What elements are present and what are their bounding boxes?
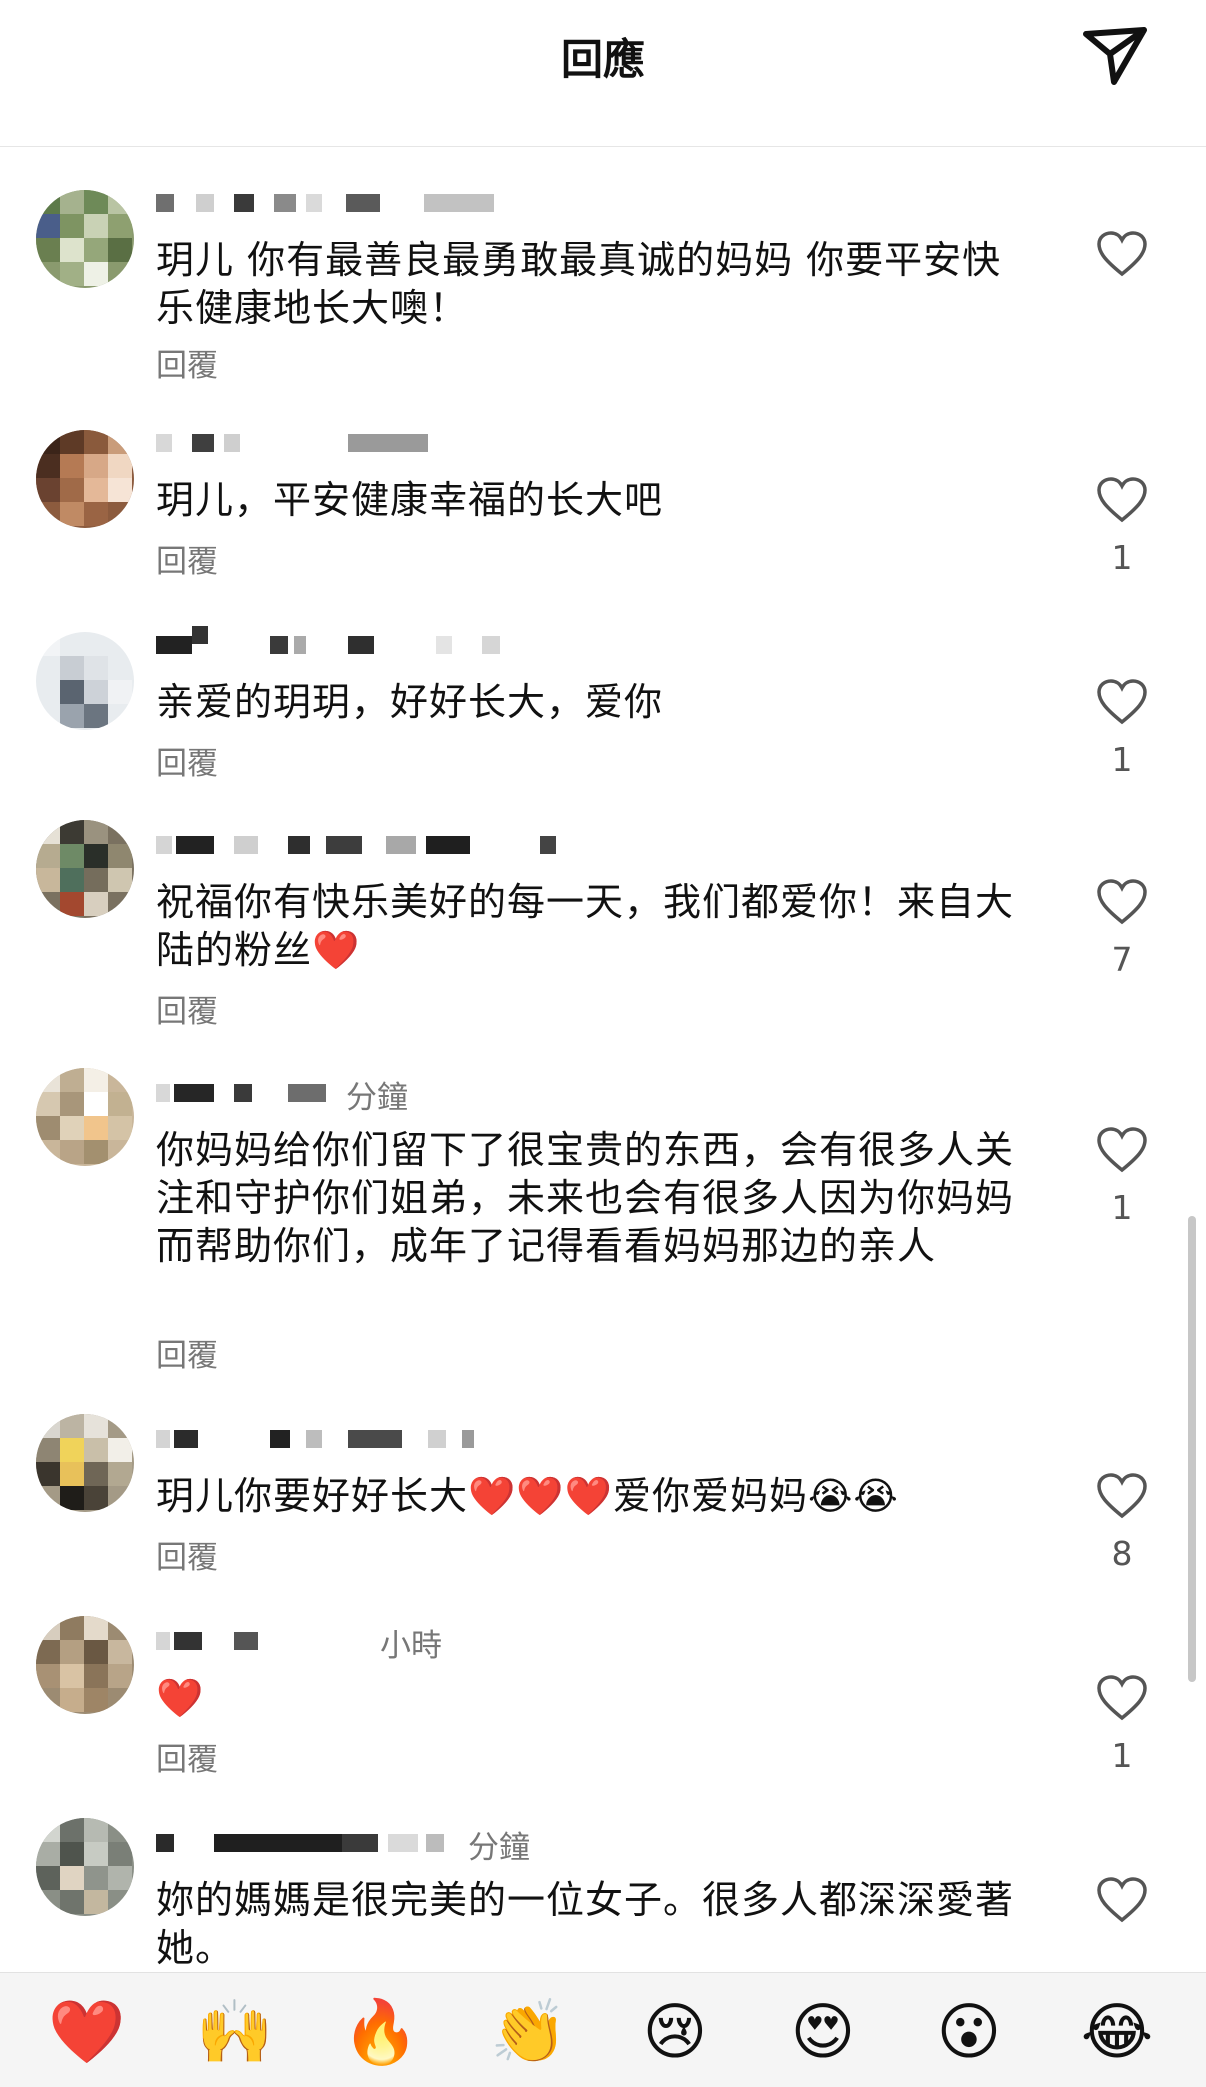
avatar[interactable] <box>36 430 134 528</box>
like-count: 1 <box>1111 1188 1133 1227</box>
reply-button[interactable]: 回覆 <box>156 986 218 1031</box>
heart-icon[interactable] <box>1096 678 1148 726</box>
comments-list[interactable]: 玥儿 你有最善良最勇敢最真诚的妈妈 你要平安快乐健康地长大噢！ 回覆 玥儿，平安… <box>0 150 1206 1972</box>
heart-icon[interactable] <box>1096 1876 1148 1924</box>
comment-timestamp: 分鐘 <box>346 1080 408 1116</box>
heart-icon[interactable] <box>1096 1472 1148 1520</box>
reply-button[interactable]: 回覆 <box>156 1330 218 1375</box>
avatar[interactable] <box>36 1818 134 1916</box>
comment-username[interactable] <box>156 430 776 458</box>
reply-button[interactable]: 回覆 <box>156 340 218 385</box>
comments-header: 回應 <box>0 0 1206 147</box>
emoji-crying-face[interactable]: 😢 <box>630 1987 720 2077</box>
avatar[interactable] <box>36 1414 134 1512</box>
avatar[interactable] <box>36 190 134 288</box>
heart-icon[interactable] <box>1096 878 1148 926</box>
avatar[interactable] <box>36 1068 134 1166</box>
like-count: 1 <box>1111 538 1133 577</box>
like-count: 1 <box>1111 740 1133 779</box>
comment-timestamp: 小時 <box>380 1628 442 1664</box>
comment-timestamp: 分鐘 <box>468 1830 530 1866</box>
emoji-fire[interactable]: 🔥 <box>336 1987 426 2077</box>
reply-button[interactable]: 回覆 <box>156 1532 218 1577</box>
reply-button[interactable]: 回覆 <box>156 536 218 581</box>
comment-text: 玥儿，平安健康幸福的长大吧 <box>156 478 664 522</box>
scrollbar[interactable] <box>1188 1216 1196 1682</box>
share-send-icon[interactable] <box>1080 20 1150 90</box>
comment-text: ❤️ <box>156 1676 205 1720</box>
avatar[interactable] <box>36 1616 134 1714</box>
emoji-raised-hands[interactable]: 🙌 <box>190 1987 280 2077</box>
comment-username[interactable] <box>156 832 776 860</box>
emoji-reaction-bar: ❤️ 🙌 🔥 👏 😢 😍 😮 😂 <box>0 1972 1206 2087</box>
heart-icon[interactable] <box>1096 1674 1148 1722</box>
reply-button[interactable]: 回覆 <box>156 1734 218 1779</box>
comment-username[interactable] <box>156 190 776 218</box>
comment-text: 祝福你有快乐美好的每一天，我们都爱你！来自大陆的粉丝❤️ <box>156 880 1015 972</box>
comment-text: 玥儿你要好好长大❤️❤️❤️爱你爱妈妈😭😭 <box>156 1474 899 1518</box>
comment-username[interactable]: 小時 <box>156 1628 776 1664</box>
comment-username[interactable] <box>156 626 776 660</box>
comment-username[interactable]: 分鐘 <box>156 1830 776 1866</box>
comment-text: 你妈妈给你们留下了很宝贵的东西，会有很多人关注和守护你们姐弟，未来也会有很多人因… <box>156 1128 1015 1268</box>
emoji-heart[interactable]: ❤️ <box>42 1987 132 2077</box>
reply-button[interactable]: 回覆 <box>156 738 218 783</box>
comment-username[interactable] <box>156 1426 776 1454</box>
like-count: 7 <box>1111 940 1133 979</box>
like-count: 8 <box>1111 1534 1133 1573</box>
comment-text: 亲爱的玥玥，好好长大，爱你 <box>156 680 664 724</box>
comment-username[interactable]: 分鐘 <box>156 1080 776 1116</box>
comment-text: 妳的媽媽是很完美的一位女子。很多人都深深愛著她。 <box>156 1878 1015 1970</box>
emoji-surprised-face[interactable]: 😮 <box>924 1987 1014 2077</box>
emoji-tears-of-joy[interactable]: 😂 <box>1072 1987 1162 2077</box>
heart-icon[interactable] <box>1096 476 1148 524</box>
heart-icon[interactable] <box>1096 1126 1148 1174</box>
like-count: 1 <box>1111 1736 1133 1775</box>
comment-text: 玥儿 你有最善良最勇敢最真诚的妈妈 你要平安快乐健康地长大噢！ <box>156 238 1002 330</box>
heart-icon[interactable] <box>1096 230 1148 278</box>
emoji-clapping-hands[interactable]: 👏 <box>484 1987 574 2077</box>
emoji-heart-eyes[interactable]: 😍 <box>778 1987 868 2077</box>
page-title: 回應 <box>560 35 645 84</box>
avatar[interactable] <box>36 632 134 730</box>
avatar[interactable] <box>36 820 134 918</box>
